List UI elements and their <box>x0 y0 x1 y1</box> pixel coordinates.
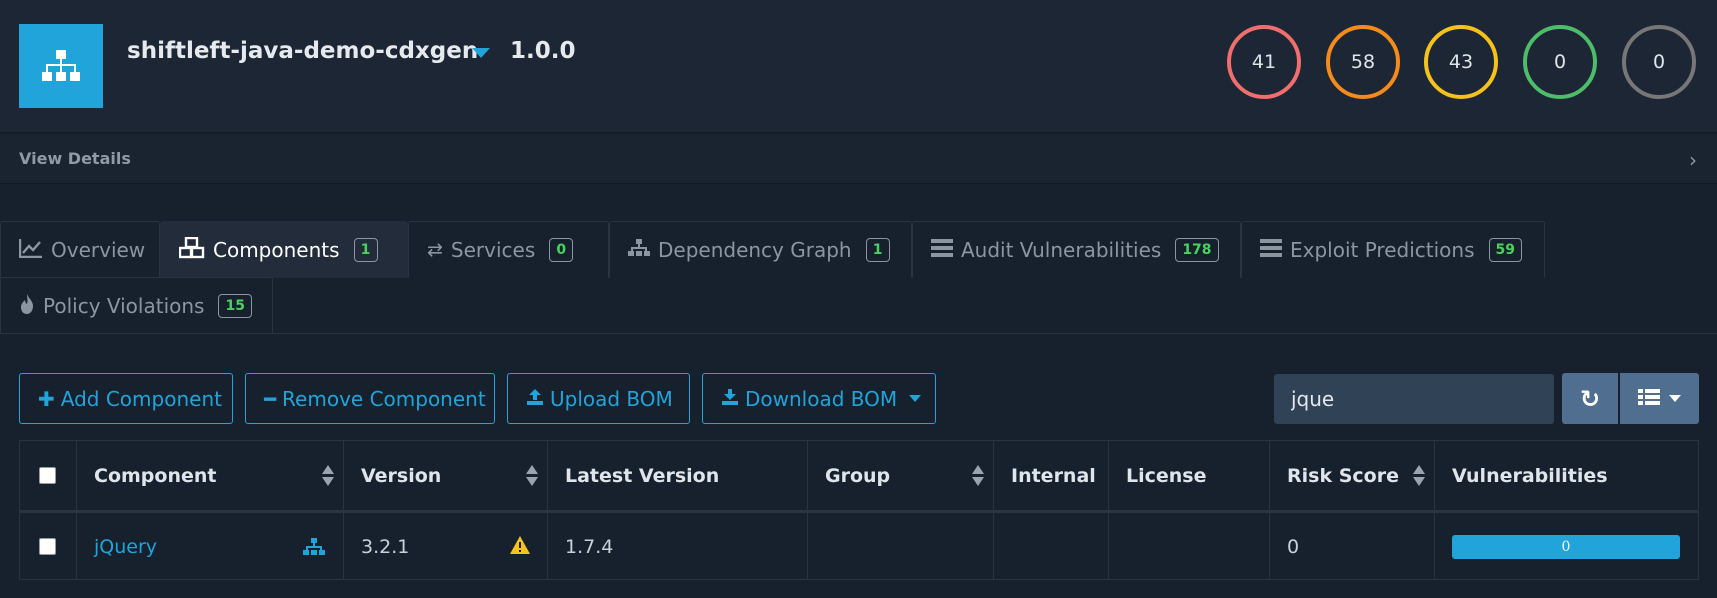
remove-component-button[interactable]: ━ Remove Component <box>245 373 495 424</box>
tab-label: Dependency Graph <box>658 238 852 262</box>
tab-badge: 59 <box>1488 238 1522 262</box>
tab-audit-vulnerabilities[interactable]: Audit Vulnerabilities 178 <box>912 221 1241 278</box>
table-row-internal <box>994 513 1109 580</box>
sitemap-icon <box>628 238 650 263</box>
components-table: Component Version Latest Version Group I… <box>19 440 1699 580</box>
cubes-icon <box>178 236 205 264</box>
warning-icon <box>509 535 531 560</box>
sort-icon <box>322 465 334 487</box>
medium-count[interactable]: 43 <box>1424 25 1498 99</box>
table-row-select-cell <box>20 513 77 580</box>
table-row-risk-score: 0 <box>1270 513 1435 580</box>
column-header-version[interactable]: Version <box>344 441 548 510</box>
tab-services[interactable]: ⇄ Services 0 <box>408 221 609 278</box>
tab-label: Audit Vulnerabilities <box>961 238 1162 262</box>
view-details-bar[interactable]: View Details › <box>0 134 1717 184</box>
column-header-group[interactable]: Group <box>808 441 994 510</box>
component-link[interactable]: jQuery <box>94 536 157 558</box>
tasks-icon <box>931 238 953 263</box>
tab-components[interactable]: Components 1 <box>160 221 408 278</box>
project-header: shiftleft-java-demo-cdxgen 1.0.0 41 58 4… <box>0 0 1717 133</box>
tab-label: Services <box>450 238 536 262</box>
tab-badge: 15 <box>218 294 252 318</box>
exchange-icon: ⇄ <box>427 239 443 261</box>
tab-dependency-graph[interactable]: Dependency Graph 1 <box>609 221 912 278</box>
plus-icon: ✚ <box>38 386 55 411</box>
high-count[interactable]: 58 <box>1326 25 1400 99</box>
low-count[interactable]: 0 <box>1523 25 1597 99</box>
remove-component-label: Remove Component <box>282 386 486 411</box>
columns-toggle-button[interactable] <box>1620 373 1699 424</box>
project-version: 1.0.0 <box>510 38 576 64</box>
dependency-graph-icon[interactable] <box>303 537 325 562</box>
tab-label: Components <box>213 238 340 262</box>
view-details-label: View Details <box>19 149 131 168</box>
sort-icon <box>526 465 538 487</box>
add-component-label: Add Component <box>60 386 222 411</box>
download-icon <box>721 387 739 411</box>
column-header-license[interactable]: License <box>1109 441 1270 510</box>
row-checkbox[interactable] <box>39 538 56 555</box>
table-row-license <box>1109 513 1270 580</box>
column-header-latest-version[interactable]: Latest Version <box>548 441 808 510</box>
caret-down-icon <box>1669 395 1681 402</box>
tab-badge: 1 <box>353 238 378 262</box>
refresh-button[interactable]: ↻ <box>1562 373 1618 424</box>
sort-icon <box>1413 465 1425 487</box>
tab-label: Policy Violations <box>43 294 205 318</box>
chevron-right-icon: › <box>1689 148 1697 172</box>
table-row-group <box>808 513 994 580</box>
tab-badge: 1 <box>865 238 890 262</box>
unassigned-count[interactable]: 0 <box>1622 25 1696 99</box>
select-all-cell <box>20 441 77 510</box>
download-bom-label: Download BOM <box>745 386 898 411</box>
vulnerability-bar: 0 <box>1452 534 1680 559</box>
tab-divider <box>0 333 1717 334</box>
fire-icon <box>19 293 35 320</box>
column-header-internal[interactable]: Internal <box>994 441 1109 510</box>
sitemap-icon <box>42 50 80 81</box>
table-row-version: 3.2.1 <box>344 513 548 580</box>
search-input[interactable] <box>1274 374 1554 424</box>
tasks-icon <box>1260 238 1282 263</box>
column-header-component[interactable]: Component <box>77 441 344 510</box>
tab-badge: 178 <box>1175 238 1219 262</box>
table-row-component: jQuery <box>77 513 344 580</box>
caret-down-icon <box>909 395 922 402</box>
critical-count[interactable]: 41 <box>1227 25 1301 99</box>
tab-label: Overview <box>51 238 146 262</box>
tab-overview[interactable]: Overview <box>0 221 160 278</box>
column-header-risk-score[interactable]: Risk Score <box>1270 441 1435 510</box>
tab-exploit-predictions[interactable]: Exploit Predictions 59 <box>1241 221 1545 278</box>
add-component-button[interactable]: ✚ Add Component <box>19 373 233 424</box>
minus-icon: ━ <box>264 386 277 411</box>
column-header-vulnerabilities[interactable]: Vulnerabilities <box>1435 441 1698 510</box>
chart-line-icon <box>18 238 43 263</box>
upload-bom-button[interactable]: Upload BOM <box>507 373 690 424</box>
download-bom-button[interactable]: Download BOM <box>702 373 936 424</box>
sort-icon <box>972 465 984 487</box>
project-name: shiftleft-java-demo-cdxgen <box>127 38 479 64</box>
upload-icon <box>526 387 544 411</box>
tab-label: Exploit Predictions <box>1290 238 1475 262</box>
table-row-latest-version: 1.7.4 <box>548 513 808 580</box>
tab-badge: 0 <box>549 238 574 262</box>
project-icon <box>19 24 103 108</box>
upload-bom-label: Upload BOM <box>550 386 673 411</box>
refresh-icon: ↻ <box>1579 384 1601 413</box>
list-icon <box>1638 388 1660 410</box>
project-version-dropdown-icon[interactable] <box>472 48 490 58</box>
table-row-vulnerabilities: 0 <box>1435 513 1698 580</box>
select-all-checkbox[interactable] <box>39 467 56 484</box>
tab-policy-violations[interactable]: Policy Violations 15 <box>0 277 273 334</box>
